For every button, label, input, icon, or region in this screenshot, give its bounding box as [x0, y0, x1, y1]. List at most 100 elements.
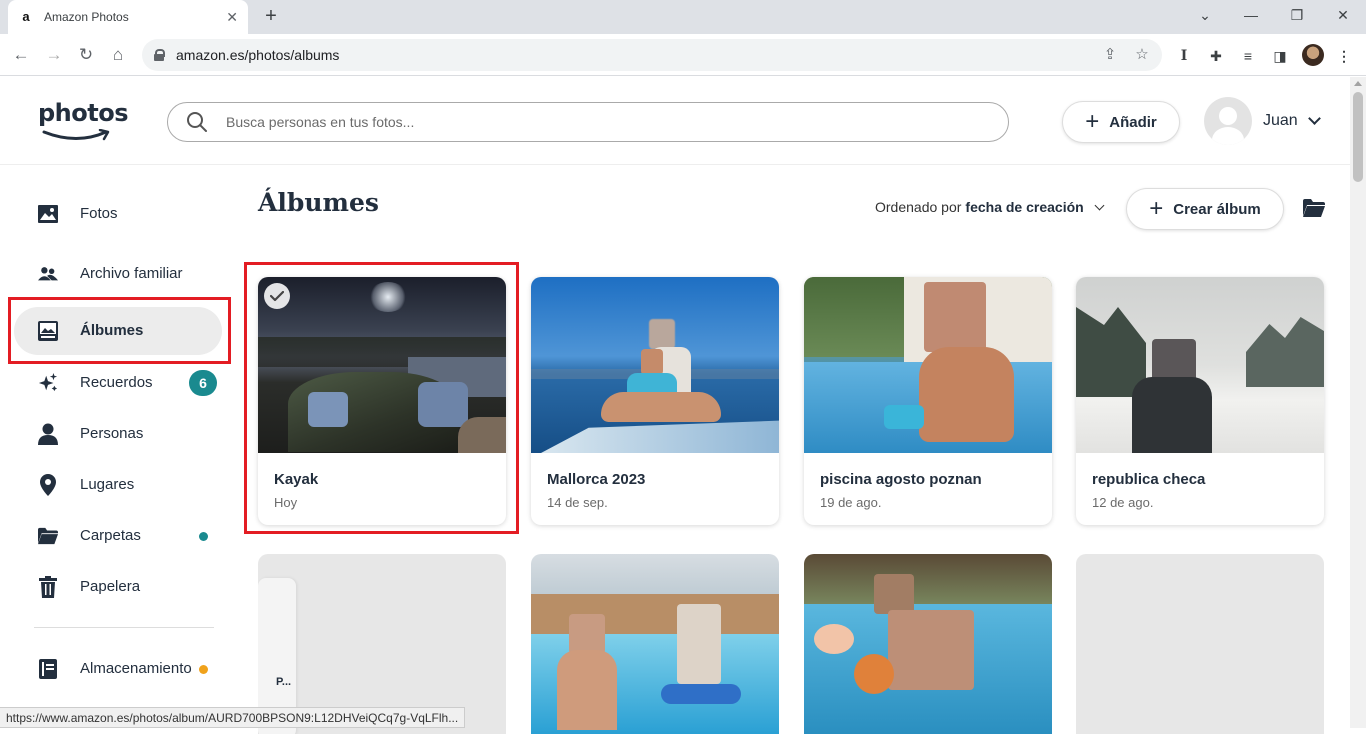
- album-cover-image: [1076, 277, 1324, 453]
- scrollbar-thumb[interactable]: [1353, 92, 1363, 182]
- forward-icon[interactable]: →: [41, 42, 67, 68]
- share-icon[interactable]: ⇪: [1100, 45, 1120, 65]
- album-cover-image: [804, 277, 1052, 453]
- url-text: amazon.es/photos/albums: [176, 47, 340, 63]
- main-content: Álbumes Ordenado por fecha de creación +…: [240, 166, 1350, 734]
- lock-icon: [154, 49, 165, 61]
- close-window-button[interactable]: ✕: [1320, 0, 1366, 30]
- album-card-empty[interactable]: [1076, 554, 1324, 734]
- scroll-up-arrow-icon[interactable]: [1354, 81, 1362, 86]
- sidebar-item-recuerdos[interactable]: Recuerdos 6: [14, 359, 222, 407]
- trash-icon: [38, 576, 58, 598]
- create-album-label: Crear álbum: [1173, 200, 1261, 218]
- page-title: Álbumes: [258, 188, 379, 217]
- tab-title: Amazon Photos: [44, 10, 129, 24]
- chevron-down-icon: [1094, 200, 1105, 210]
- folder-icon: [38, 526, 58, 546]
- close-tab-icon[interactable]: ✕: [226, 9, 238, 26]
- page-scrollbar[interactable]: [1350, 77, 1366, 728]
- sidebar-item-archivo-familiar[interactable]: Archivo familiar: [14, 248, 222, 300]
- user-name: Juan: [1263, 112, 1298, 129]
- extension-i-icon[interactable]: I: [1174, 46, 1194, 66]
- album-name: republica checa: [1092, 471, 1206, 488]
- plus-icon: +: [1085, 108, 1100, 135]
- sidebar-item-almacenamiento[interactable]: Almacenamiento: [14, 645, 222, 693]
- amazon-photos-logo[interactable]: photos: [38, 99, 129, 143]
- sidebar-item-label: Archivo familiar: [80, 265, 183, 282]
- sidebar-item-papelera[interactable]: Papelera: [14, 563, 222, 611]
- sidebar-item-label: Recuerdos: [80, 374, 153, 391]
- puzzle-extensions-icon[interactable]: ✚: [1206, 46, 1226, 66]
- partial-tile-label: P...: [276, 676, 292, 688]
- browser-tab[interactable]: a Amazon Photos ✕: [8, 0, 248, 34]
- sidebar-item-label: Papelera: [80, 578, 141, 595]
- people-icon: [38, 264, 58, 284]
- app-header: photos + Añadir Juan: [0, 77, 1350, 165]
- amazon-favicon-icon: a: [22, 9, 30, 24]
- bookmark-star-icon[interactable]: ☆: [1132, 45, 1152, 65]
- sidebar-item-label: Lugares: [80, 476, 135, 493]
- plus-icon: +: [1149, 195, 1164, 222]
- sidebar-item-personas[interactable]: Personas: [14, 410, 222, 458]
- album-date: 14 de sep.: [547, 495, 608, 510]
- sidebar: Fotos Archivo familiar Álbumes Recuerdos…: [0, 166, 240, 728]
- album-card-pool-1[interactable]: [531, 554, 779, 734]
- album-name: piscina agosto poznan: [820, 471, 982, 488]
- reload-icon[interactable]: ↻: [73, 42, 99, 68]
- sort-dropdown[interactable]: Ordenado por fecha de creación: [875, 199, 1105, 215]
- sidebar-item-lugares[interactable]: Lugares: [14, 461, 222, 509]
- album-date: 12 de ago.: [1092, 495, 1154, 510]
- person-icon: [38, 423, 58, 445]
- add-button[interactable]: + Añadir: [1062, 101, 1180, 143]
- album-date: 19 de ago.: [820, 495, 882, 510]
- minimize-button[interactable]: —: [1228, 0, 1274, 30]
- album-card-piscina-agosto-poznan[interactable]: piscina agosto poznan 19 de ago.: [804, 277, 1052, 525]
- storage-icon: [38, 659, 58, 679]
- sidebar-divider: [34, 627, 214, 628]
- album-card-pool-2[interactable]: [804, 554, 1052, 734]
- browser-profile-avatar[interactable]: [1302, 44, 1324, 66]
- create-album-button[interactable]: + Crear álbum: [1126, 188, 1284, 230]
- sidebar-item-label: Almacenamiento: [80, 660, 192, 677]
- album-card-mallorca-2023[interactable]: Mallorca 2023 14 de sep.: [531, 277, 779, 525]
- album-name: Mallorca 2023: [547, 471, 646, 488]
- highlight-annotation-albumes: [8, 297, 231, 364]
- new-tab-button[interactable]: +: [258, 4, 284, 30]
- search-icon: [187, 112, 207, 132]
- sidebar-item-fotos[interactable]: Fotos: [14, 190, 222, 238]
- home-icon[interactable]: ⌂: [105, 42, 131, 68]
- reading-list-icon[interactable]: ≡: [1238, 46, 1258, 66]
- sparkles-icon: [38, 373, 58, 393]
- browser-tab-bar: a Amazon Photos ✕ + ⌄ — ❐ ✕: [0, 0, 1366, 34]
- amazon-smile-icon: [42, 129, 110, 141]
- user-menu[interactable]: Juan: [1204, 97, 1321, 145]
- folder-view-icon[interactable]: [1303, 199, 1325, 219]
- search-bar[interactable]: [167, 102, 1009, 142]
- user-avatar: [1204, 97, 1252, 145]
- photo-icon: [38, 204, 58, 224]
- search-input[interactable]: [226, 114, 1008, 130]
- browser-menu-icon[interactable]: ⋮: [1334, 46, 1354, 66]
- album-cover-image: [531, 277, 779, 453]
- back-icon[interactable]: ←: [8, 42, 34, 68]
- browser-toolbar: ← → ↻ ⌂ amazon.es/photos/albums ⇪ ☆ I ✚ …: [0, 34, 1366, 76]
- sort-value: fecha de creación: [965, 199, 1084, 215]
- restore-button[interactable]: ❐: [1274, 0, 1320, 30]
- sidebar-item-label: Carpetas: [80, 527, 141, 544]
- link-status-bar: https://www.amazon.es/photos/album/AURD7…: [0, 707, 466, 728]
- side-panel-icon[interactable]: ◨: [1270, 46, 1290, 66]
- location-pin-icon: [38, 474, 58, 496]
- recuerdos-count-badge: 6: [189, 370, 217, 396]
- address-bar[interactable]: amazon.es/photos/albums ⇪ ☆: [142, 39, 1162, 71]
- highlight-annotation-kayak: [244, 262, 519, 534]
- tab-search-icon[interactable]: ⌄: [1182, 0, 1228, 30]
- storage-warning-dot: [199, 664, 208, 674]
- sort-prefix: Ordenado por: [875, 199, 962, 215]
- chevron-down-icon: [1307, 112, 1321, 125]
- add-button-label: Añadir: [1109, 113, 1157, 131]
- sidebar-item-carpetas[interactable]: Carpetas: [14, 512, 222, 560]
- sidebar-item-label: Fotos: [80, 205, 118, 222]
- album-card-republica-checa[interactable]: republica checa 12 de ago.: [1076, 277, 1324, 525]
- carpetas-status-dot: [199, 531, 208, 541]
- sidebar-item-label: Personas: [80, 425, 144, 442]
